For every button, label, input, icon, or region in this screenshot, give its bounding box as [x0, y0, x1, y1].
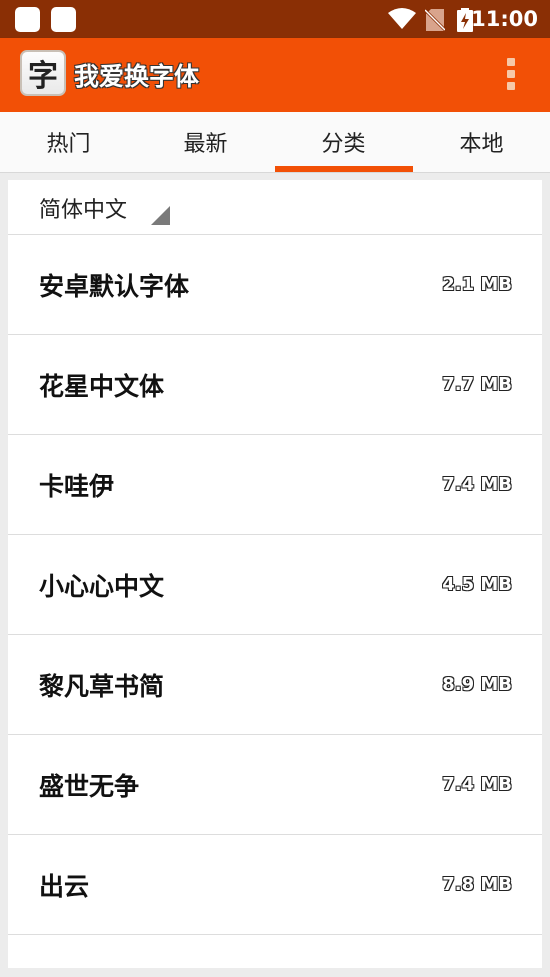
- language-filter-dropdown[interactable]: 简体中文: [8, 180, 542, 235]
- font-size: 7.4 MB: [442, 474, 512, 495]
- font-name: 小心心中文: [39, 572, 165, 601]
- font-size: 2.1 MB: [442, 274, 512, 295]
- font-name: 黎凡草书简: [39, 672, 165, 701]
- tab-label: 分类: [321, 132, 366, 157]
- font-name: 安卓默认字体: [39, 272, 190, 301]
- tab-indicator: [275, 166, 413, 172]
- filter-selected-value: 简体中文: [39, 198, 128, 223]
- font-name: 卡哇伊: [39, 472, 115, 501]
- tab-local[interactable]: 本地: [413, 112, 550, 172]
- app-logo: 字: [20, 50, 66, 96]
- font-list-item[interactable]: 安卓默认字体 2.1 MB: [8, 234, 542, 335]
- font-name: 出云: [39, 872, 90, 901]
- app-notification-icon: [15, 7, 40, 32]
- no-sim-icon: [425, 8, 445, 32]
- dropdown-arrow-icon: [151, 206, 170, 225]
- font-list-card: 简体中文 安卓默认字体 2.1 MB 花星中文体 7.7 MB 卡哇伊 7.4 …: [8, 180, 542, 968]
- font-list-item[interactable]: 小心心中文 4.5 MB: [8, 534, 542, 635]
- tab-label: 本地: [459, 132, 504, 157]
- tab-latest[interactable]: 最新: [137, 112, 274, 172]
- app-bar: 字 我爱换字体: [0, 38, 550, 112]
- status-bar: 11:00: [0, 0, 550, 38]
- tab-label: 热门: [46, 132, 91, 157]
- overflow-menu-icon[interactable]: [506, 58, 516, 92]
- font-size: 7.4 MB: [442, 774, 512, 795]
- app-notification-icon: [51, 7, 76, 32]
- tab-hot[interactable]: 热门: [0, 112, 137, 172]
- wifi-icon: [388, 8, 416, 29]
- tab-bar: 热门 最新 分类 本地: [0, 112, 550, 173]
- tab-category[interactable]: 分类: [275, 112, 412, 172]
- font-size: 7.8 MB: [442, 874, 512, 895]
- font-name: 花星中文体: [39, 372, 165, 401]
- app-title: 我爱换字体: [74, 62, 200, 91]
- font-name: 盛世无争: [39, 772, 140, 801]
- font-size: 4.5 MB: [442, 574, 512, 595]
- font-list-item[interactable]: 盛世无争 7.4 MB: [8, 734, 542, 835]
- font-list-item[interactable]: 黎凡草书简 8.9 MB: [8, 634, 542, 735]
- font-size: 8.9 MB: [442, 674, 512, 695]
- font-size: 7.7 MB: [442, 374, 512, 395]
- font-list-item[interactable]: 出云 7.8 MB: [8, 834, 542, 935]
- font-list-item[interactable]: 卡哇伊 7.4 MB: [8, 434, 542, 535]
- tab-label: 最新: [183, 132, 228, 157]
- status-time: 11:00: [471, 7, 538, 31]
- font-list-item[interactable]: 花星中文体 7.7 MB: [8, 334, 542, 435]
